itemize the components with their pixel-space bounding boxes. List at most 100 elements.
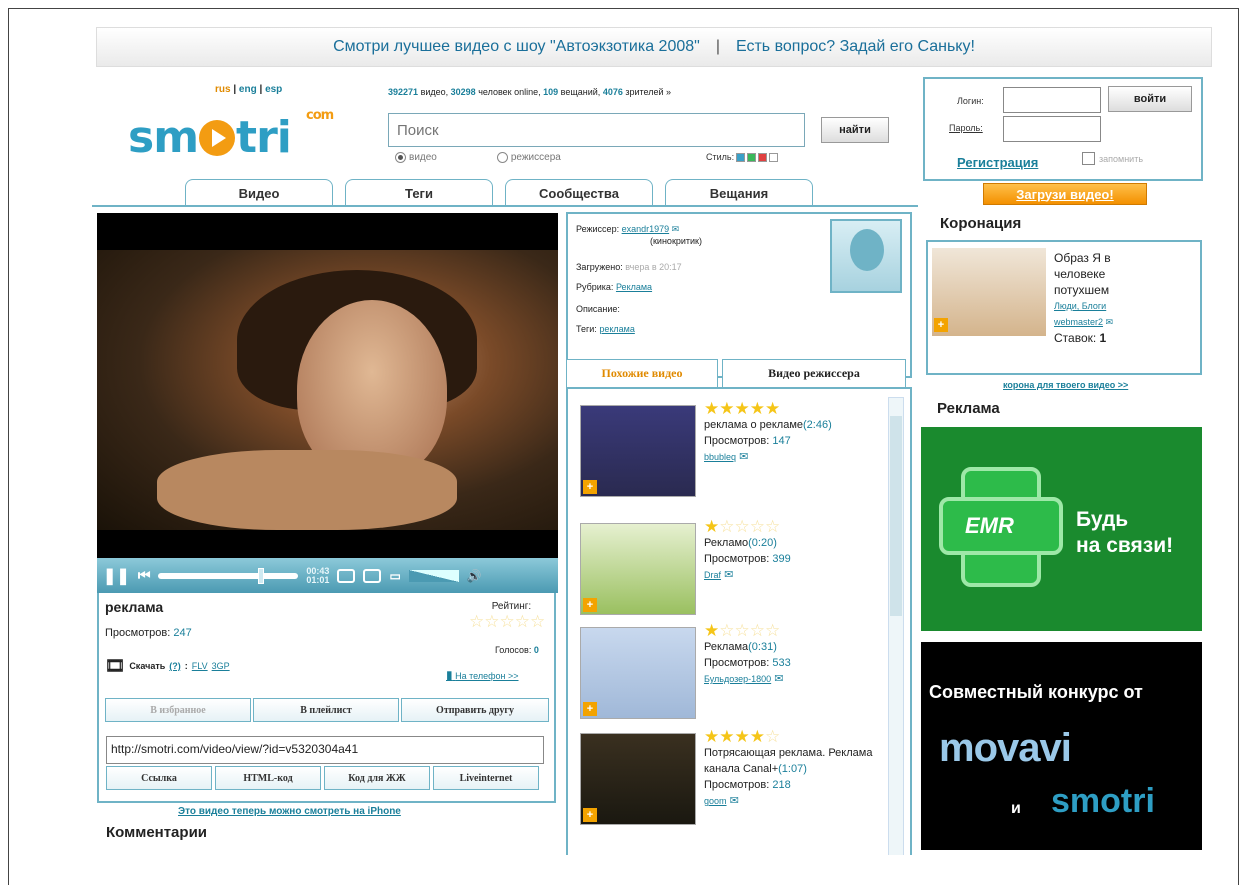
message-icon[interactable]: ✉ [730,795,739,807]
search-input[interactable] [388,113,805,147]
lang-eng[interactable]: eng [239,84,257,95]
logo-com: com [306,108,334,123]
message-icon[interactable]: ✉ [774,673,783,685]
korona-user[interactable]: webmaster2 [1054,317,1103,327]
video-thumbnail[interactable]: + [580,733,696,825]
upload-video-button[interactable]: Загрузи видео! [983,183,1147,205]
scrollbar[interactable] [888,397,904,855]
rating-stars[interactable]: ☆☆☆☆☆ [469,612,545,632]
tab-similar-videos[interactable]: Похожие видео [566,359,718,387]
rewind-icon[interactable]: ⏮ [138,567,151,584]
item-title[interactable]: Рекламо [704,537,748,549]
password-label[interactable]: Пароль: [949,123,983,133]
radio-director[interactable]: режиссера [496,152,561,163]
tab-video[interactable]: Видео [185,179,333,206]
download-help-link[interactable]: (?) [169,661,181,671]
register-link[interactable]: Регистрация [957,155,1038,170]
add-icon[interactable]: + [583,702,597,716]
add-icon[interactable]: + [583,808,597,822]
site-logo[interactable]: sm tri com [128,108,334,163]
remember-checkbox[interactable] [1082,152,1095,165]
to-phone-link[interactable]: ▮ На телефон >> [446,668,519,682]
tab-broadcasts[interactable]: Вещания [665,179,813,206]
add-playlist-button[interactable]: В плейлист [253,698,399,722]
message-icon[interactable]: ✉ [739,451,748,463]
video-thumbnail[interactable]: + [580,405,696,497]
lj-code-button[interactable]: Код для ЖЖ [324,766,430,790]
fullscreen-icon[interactable] [363,568,382,583]
video-thumbnail[interactable]: + [580,523,696,615]
add-icon[interactable]: + [934,318,948,332]
style-green-swatch[interactable] [747,152,757,162]
tab-director-videos[interactable]: Видео режиссера [722,359,906,387]
radio-video[interactable]: видео [395,152,437,163]
popout-icon[interactable]: ▭ [389,569,400,583]
list-item[interactable]: + ★☆☆☆☆ Реклама(0:31) Просмотров: 533 Бу… [580,622,880,733]
liveinternet-button[interactable]: Liveinternet [433,766,539,790]
video-url-field[interactable]: http://smotri.com/video/view/?id=v532030… [106,736,544,764]
download-3gp-link[interactable]: 3GP [212,661,230,671]
video-thumbnail[interactable]: + [580,627,696,719]
video-frame-arm [157,450,457,530]
message-icon[interactable]: ✉ [672,224,680,234]
download-flv-link[interactable]: FLV [192,661,208,671]
add-icon[interactable]: + [583,598,597,612]
logo-text-end: tri [236,112,292,163]
video-frame[interactable] [97,250,558,530]
send-friend-button[interactable]: Отправить другу [401,698,549,722]
tag-link[interactable]: реклама [599,324,635,334]
link-button[interactable]: Ссылка [106,766,212,790]
korona-video-title[interactable]: Образ Я в человеке потухшем [1054,250,1134,298]
seek-bar[interactable] [158,567,299,584]
iphone-link[interactable]: Это видео теперь можно смотреть на iPhon… [178,806,401,817]
tab-tags[interactable]: Теги [345,179,493,206]
style-white-swatch[interactable] [769,152,779,162]
video-player[interactable]: ❚❚ ⏮ 00:43 01:01 ▭ 🔊 [97,213,558,593]
stat-viewers-label[interactable]: зрителей » [625,87,671,97]
rubric-link[interactable]: Реклама [616,282,652,292]
html-code-button[interactable]: HTML-код [215,766,321,790]
login-button[interactable]: войти [1108,86,1192,112]
banner-show-link[interactable]: Смотри лучшее видео с шоу "Автоэкзотика … [333,38,700,56]
movavi-ad-banner[interactable]: Совместный конкурс от movavi и smotri [921,642,1202,850]
list-item[interactable]: + ★★★★★ реклама о рекламе(2:46) Просмотр… [580,400,880,511]
style-red-swatch[interactable] [758,152,768,162]
add-icon[interactable]: + [583,480,597,494]
item-duration: (1:07) [778,763,807,775]
add-favorite-button[interactable]: В избранное [105,698,251,722]
speaker-icon[interactable]: 🔊 [467,569,482,583]
director-link[interactable]: exandr1979 [622,224,670,234]
list-item[interactable]: + ★★★★☆ Потрясающая реклама. Реклама кан… [580,728,880,855]
director-avatar[interactable] [830,219,902,293]
style-blue-swatch[interactable] [736,152,746,162]
banner-question-link[interactable]: Есть вопрос? Задай его Саньку! [736,38,975,56]
list-item[interactable]: + ★☆☆☆☆ Рекламо(0:20) Просмотров: 399 Dr… [580,518,880,629]
tags-row: Теги: реклама [576,324,635,334]
stat-online: 30298 [450,87,476,97]
message-icon[interactable]: ✉ [1106,317,1114,327]
item-user[interactable]: Бульдозер-1800 [704,674,771,684]
item-user[interactable]: Draf [704,570,721,580]
emr-ad-banner[interactable]: EMR Будь на связи! [921,427,1202,631]
korona-category[interactable]: Люди, Блоги [1054,298,1134,314]
message-icon[interactable]: ✉ [724,569,733,581]
seek-handle[interactable] [258,567,265,584]
item-title[interactable]: реклама о рекламе [704,419,803,431]
remember-me[interactable]: запомнить [1082,152,1143,165]
scrollbar-thumb[interactable] [890,416,902,616]
lang-rus[interactable]: rus [215,84,231,95]
search-button[interactable]: найти [821,117,889,143]
korona-link[interactable]: корона для твоего видео >> [1003,380,1128,390]
pause-icon[interactable]: ❚❚ [103,566,130,586]
small-screen-icon[interactable] [337,568,356,583]
item-title[interactable]: Реклама [704,641,748,653]
korona-thumbnail[interactable]: + [932,248,1046,336]
item-user[interactable]: goom [704,796,727,806]
password-field[interactable] [1003,116,1101,142]
item-stars: ★☆☆☆☆ [704,621,781,640]
item-user[interactable]: bbubleq [704,452,736,462]
lang-esp[interactable]: esp [265,84,282,95]
tab-communities[interactable]: Сообщества [505,179,653,206]
login-field[interactable] [1003,87,1101,113]
volume-slider[interactable] [408,569,459,582]
